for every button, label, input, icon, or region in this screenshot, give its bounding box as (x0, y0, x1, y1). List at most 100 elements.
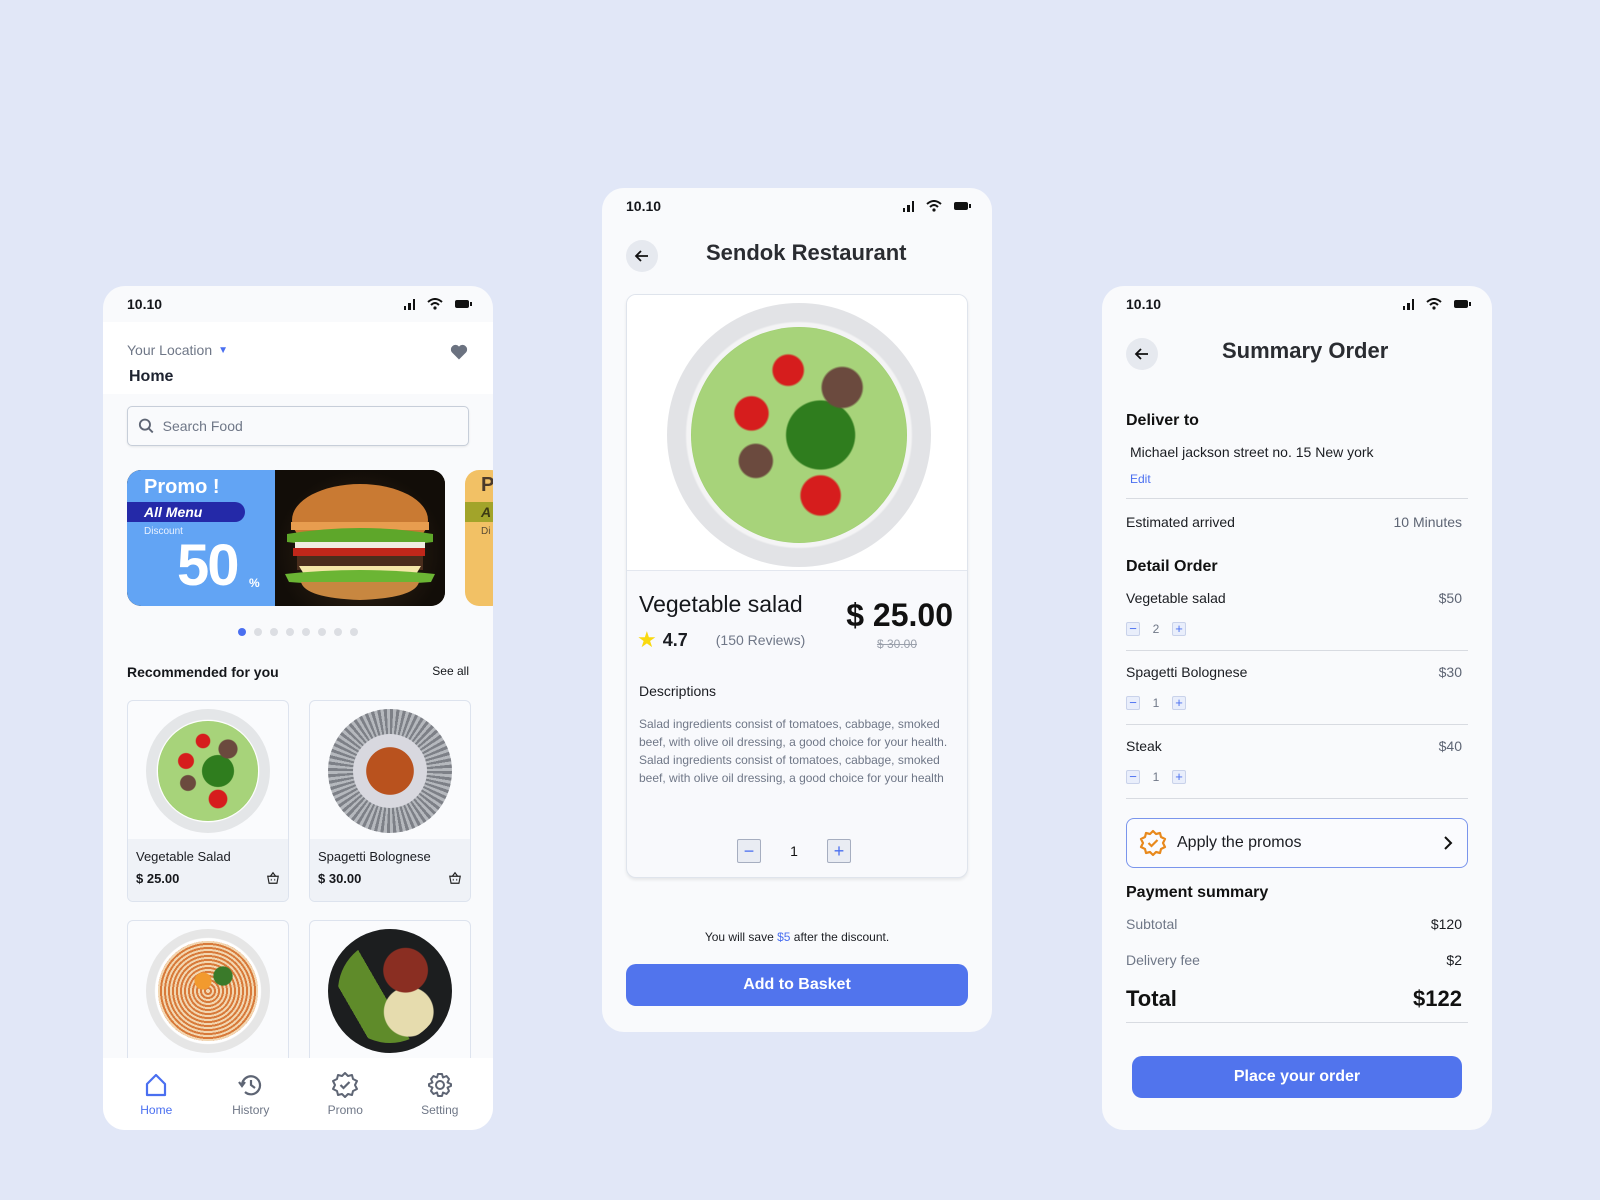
tab-setting[interactable]: Setting (400, 1058, 480, 1130)
carousel-dot[interactable] (254, 628, 262, 636)
carousel-dot[interactable] (286, 628, 294, 636)
promo-band: All Menu (127, 502, 245, 522)
battery-icon (954, 202, 971, 210)
decrease-button[interactable]: − (1126, 696, 1140, 710)
decrease-button[interactable]: − (1126, 622, 1140, 636)
food-image (146, 929, 270, 1053)
savings-note: You will save $5 after the discount. (602, 930, 992, 944)
restaurant-title: Sendok Restaurant (706, 240, 907, 265)
carousel-dot[interactable] (270, 628, 278, 636)
food-card[interactable]: Vegetable Salad $ 25.00 (127, 700, 289, 902)
description-text: Salad ingredients consist of tomatoes, c… (639, 717, 948, 785)
quantity-value: 1 (1152, 770, 1160, 784)
decrease-button[interactable]: − (1126, 770, 1140, 784)
signal-icon (1402, 298, 1414, 310)
divider (1126, 1022, 1468, 1023)
tab-home[interactable]: Home (116, 1058, 196, 1130)
promo-banner[interactable]: Promo ! All Menu Discount 50 % (127, 470, 445, 606)
promo-banner-next[interactable]: P A Di (465, 470, 493, 606)
divider (1126, 498, 1468, 499)
basket-icon[interactable] (448, 871, 462, 885)
delivery-address: Michael jackson street no. 15 New york (1130, 444, 1374, 460)
increase-button[interactable]: + (827, 839, 851, 863)
subtotal-row: Subtotal $120 (1126, 916, 1462, 932)
carousel-dot[interactable] (350, 628, 358, 636)
see-all-link[interactable]: See all (432, 664, 469, 678)
edit-address-link[interactable]: Edit (1130, 472, 1151, 486)
order-price: $40 (1438, 738, 1462, 754)
carousel-indicator (103, 628, 493, 636)
order-name: Vegetable salad (1126, 590, 1226, 606)
tab-label: Setting (421, 1103, 459, 1117)
signal-icon (403, 298, 415, 310)
tab-label: Home (140, 1103, 173, 1117)
carousel-dot[interactable] (302, 628, 310, 636)
battery-icon (1454, 300, 1471, 308)
search-input[interactable] (162, 418, 458, 434)
quantity-stepper: − 1 + (1126, 696, 1186, 710)
save-amount: $5 (777, 930, 791, 944)
home-screen: 10.10 Your Location ▼ Home Promo ! All M… (103, 286, 493, 1130)
promo-title: Promo ! (144, 476, 220, 498)
total-label: Total (1126, 986, 1177, 1011)
quantity-stepper: − 2 + (1126, 622, 1186, 636)
heart-icon[interactable] (449, 342, 469, 362)
status-time: 10.10 (1126, 296, 1162, 312)
increase-button[interactable]: + (1172, 770, 1186, 784)
back-button[interactable] (1126, 338, 1158, 370)
promo-discount-value: 50 (177, 533, 239, 598)
location-value: Home (129, 368, 174, 385)
promo-badge-icon (332, 1072, 359, 1098)
summary-title: Summary Order (1222, 338, 1389, 363)
wifi-icon (427, 298, 443, 310)
food-image (328, 929, 452, 1053)
rating: ★ 4.7 (150 Reviews) (637, 629, 805, 651)
location-selector[interactable]: Your Location ▼ (127, 342, 228, 358)
place-order-button[interactable]: Place your order (1132, 1056, 1462, 1098)
search-field[interactable] (127, 406, 469, 446)
add-to-basket-button[interactable]: Add to Basket (626, 964, 968, 1006)
delivery-fee-label: Delivery fee (1126, 952, 1200, 968)
carousel-dot[interactable] (238, 628, 246, 636)
apply-promos-label: Apply the promos (1177, 834, 1302, 851)
divider (1126, 724, 1468, 725)
star-icon: ★ (637, 627, 657, 652)
order-price: $50 (1438, 590, 1462, 606)
descriptions-title: Descriptions (639, 683, 717, 699)
review-count[interactable]: (150 Reviews) (716, 632, 805, 648)
apply-promos-button[interactable]: Apply the promos (1126, 818, 1468, 868)
increase-button[interactable]: + (1172, 696, 1186, 710)
basket-icon[interactable] (266, 871, 280, 885)
food-card[interactable]: Spagetti Bolognese $ 30.00 (309, 700, 471, 902)
eta-row: Estimated arrived 10 Minutes (1126, 514, 1462, 530)
burger-image (275, 470, 445, 606)
food-detail-card: Vegetable salad ★ 4.7 (150 Reviews) $ 25… (626, 294, 968, 878)
delivery-fee-value: $2 (1446, 952, 1462, 968)
total-value: $122 (1413, 986, 1462, 1011)
back-button[interactable] (626, 240, 658, 272)
promo-percent: % (249, 576, 260, 590)
carousel-dot[interactable] (318, 628, 326, 636)
promo-badge-icon (1139, 829, 1167, 857)
history-icon (237, 1075, 261, 1096)
subtotal-value: $120 (1430, 916, 1462, 932)
food-price: $ 25.00 (136, 871, 180, 886)
decrease-button[interactable]: − (737, 839, 761, 863)
status-time: 10.10 (626, 198, 662, 214)
food-image (627, 295, 967, 571)
gear-icon (427, 1073, 452, 1097)
old-price: $ 30.00 (876, 637, 917, 651)
order-price: $30 (1438, 664, 1462, 680)
status-time: 10.10 (127, 296, 163, 312)
subtotal-label: Subtotal (1126, 916, 1178, 932)
tab-history[interactable]: History (211, 1058, 291, 1130)
increase-button[interactable]: + (1172, 622, 1186, 636)
recommended-title: Recommended for you (127, 664, 279, 680)
food-image (328, 709, 452, 833)
battery-icon (455, 300, 472, 308)
carousel-dot[interactable] (334, 628, 342, 636)
detail-screen: 10.10 Sendok Restaurant Vegetable salad … (602, 188, 992, 1032)
tab-promo[interactable]: Promo (305, 1058, 385, 1130)
eta-label: Estimated arrived (1126, 514, 1235, 530)
wifi-icon (1426, 298, 1442, 310)
